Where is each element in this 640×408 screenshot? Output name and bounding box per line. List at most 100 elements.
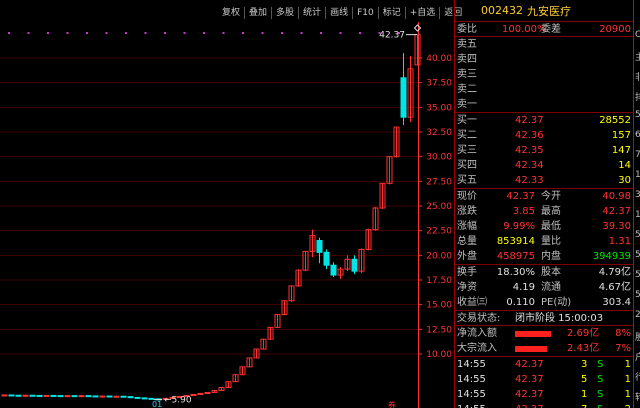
candle-body[interactable] bbox=[141, 397, 148, 400]
event-dot bbox=[47, 32, 49, 34]
weibi-value: 100.00% bbox=[502, 24, 547, 35]
candle-body[interactable] bbox=[400, 77, 407, 118]
event-dot bbox=[281, 32, 283, 34]
candle-body[interactable] bbox=[92, 395, 99, 398]
candle-body[interactable] bbox=[57, 395, 64, 398]
candle-body[interactable] bbox=[22, 394, 29, 397]
tick-side: S bbox=[597, 359, 604, 370]
side-strip-char: 6 bbox=[635, 130, 640, 140]
stat-value: 4.19 bbox=[512, 282, 535, 293]
toolbar-button[interactable]: 画线 bbox=[326, 7, 354, 19]
quote-label: 外盘 bbox=[457, 251, 477, 262]
event-dot bbox=[242, 32, 244, 34]
ask-row[interactable]: 卖二 bbox=[455, 82, 633, 97]
candle-body[interactable] bbox=[351, 258, 358, 272]
event-dot bbox=[27, 32, 30, 34]
low-price-label: ←5.90 bbox=[164, 396, 192, 406]
stock-header[interactable]: 002432 九安医疗 bbox=[455, 0, 633, 22]
quote-label: 涨跌 bbox=[457, 206, 477, 217]
stat-row: 净资 4.19 流通 4.67亿 bbox=[455, 280, 633, 295]
candle-body[interactable] bbox=[43, 394, 50, 397]
tick-time: 14:55 bbox=[457, 374, 486, 385]
bid-levels: 买一 42.37 28552 买二 42.36 157 买三 42.35 147 买四 42.34 1… bbox=[455, 113, 633, 189]
toolbar-button[interactable]: 叠加 bbox=[245, 7, 273, 19]
candle-body[interactable] bbox=[316, 240, 323, 253]
tick-side: S bbox=[597, 374, 604, 385]
candle-body[interactable] bbox=[36, 394, 43, 397]
weicha-value: 20900 bbox=[599, 24, 631, 35]
toolbar-button[interactable]: 复权 bbox=[218, 7, 246, 19]
toolbar-button[interactable]: 多股 bbox=[272, 7, 300, 19]
quote-label: 最低 bbox=[541, 221, 561, 232]
candle-body[interactable] bbox=[29, 394, 36, 397]
tick-volume: 5 bbox=[581, 374, 588, 385]
ask-row[interactable]: 卖一 bbox=[455, 97, 633, 112]
toolbar-button[interactable]: +自选 bbox=[406, 7, 441, 19]
candle-body[interactable] bbox=[85, 395, 92, 398]
tick-row[interactable]: 14:55 42.37 7 S 2 bbox=[455, 402, 633, 408]
candle-body[interactable] bbox=[15, 394, 22, 397]
price-tick-label: 40.00 bbox=[426, 54, 452, 64]
ask-row[interactable]: 卖四 bbox=[455, 52, 633, 67]
tick-row[interactable]: 14:55 42.37 3 S 1 bbox=[455, 357, 633, 372]
bid-row[interactable]: 买一 42.37 28552 bbox=[455, 113, 633, 128]
tick-row[interactable]: 14:55 42.37 1 S 1 bbox=[455, 387, 633, 402]
side-strip-char: 户 bbox=[635, 350, 640, 363]
tick-volume: 3 bbox=[581, 359, 588, 370]
candle-body[interactable] bbox=[64, 395, 71, 398]
bid-row[interactable]: 买二 42.36 157 bbox=[455, 128, 633, 143]
toolbar-button[interactable]: 标记 bbox=[379, 7, 406, 19]
flow-row: 大宗流入 2.43亿 7% bbox=[455, 341, 633, 356]
event-dot bbox=[320, 32, 322, 34]
kline-chart[interactable]: 40.00 37.50 35.00 32.50 30.00 27.50 25.00 22.50… bbox=[0, 22, 454, 408]
stat-value: 0.110 bbox=[506, 297, 535, 308]
candle-body[interactable] bbox=[197, 392, 204, 395]
ask-row[interactable]: 卖五 bbox=[455, 37, 633, 52]
candle-body[interactable] bbox=[120, 395, 127, 398]
candle-body[interactable] bbox=[113, 395, 120, 398]
price-tick-label: 22.50 bbox=[426, 227, 452, 237]
flow-pct: 7% bbox=[615, 343, 631, 354]
bid-row[interactable]: 买五 42.33 30 bbox=[455, 173, 633, 188]
side-strip-char: 5 bbox=[635, 250, 640, 260]
bid-row[interactable]: 买四 42.34 14 bbox=[455, 158, 633, 173]
candle-body[interactable] bbox=[8, 394, 15, 397]
quote-value: 42.37 bbox=[602, 206, 631, 217]
bid-label: 买四 bbox=[457, 160, 477, 171]
ask-row[interactable]: 卖三 bbox=[455, 67, 633, 82]
candle-body[interactable] bbox=[323, 251, 330, 266]
candle-body[interactable] bbox=[127, 396, 134, 399]
quote-row: 总量 853914 量比 1.31 bbox=[455, 234, 633, 249]
tick-row[interactable]: 14:55 42.37 5 S 1 bbox=[455, 372, 633, 387]
candle-body[interactable] bbox=[50, 394, 57, 397]
candle-body[interactable] bbox=[106, 395, 113, 398]
side-strip-char: 1 bbox=[635, 170, 640, 180]
candle-body[interactable] bbox=[71, 395, 78, 398]
tick-price: 42.37 bbox=[515, 389, 544, 400]
event-dot bbox=[300, 32, 303, 34]
bid-volume: 28552 bbox=[599, 115, 631, 126]
candle-body[interactable] bbox=[330, 264, 337, 276]
quote-value: 394939 bbox=[592, 251, 631, 262]
candle-body[interactable] bbox=[134, 396, 141, 399]
toolbar-button[interactable]: 统计 bbox=[299, 7, 327, 19]
event-dot bbox=[339, 32, 342, 34]
candle-body[interactable] bbox=[99, 395, 106, 398]
high-price-label: 42.37 bbox=[379, 31, 405, 41]
tick-count: 2 bbox=[625, 402, 631, 408]
candle-body[interactable] bbox=[190, 393, 197, 396]
candle-body[interactable] bbox=[78, 395, 85, 398]
bid-price: 42.33 bbox=[515, 175, 544, 186]
candle-body[interactable] bbox=[204, 391, 211, 394]
flow-value: 2.69亿 bbox=[567, 328, 600, 339]
flow-pct: 8% bbox=[615, 328, 631, 339]
stat-value: 4.67亿 bbox=[598, 282, 631, 293]
toolbar-button[interactable]: F10 bbox=[353, 7, 379, 19]
bid-price: 42.35 bbox=[515, 145, 544, 156]
tick-list[interactable]: 14:5542.373S114:5542.375S114:5542.371S11… bbox=[455, 357, 633, 408]
candle-body[interactable] bbox=[1, 394, 8, 397]
bid-price: 42.37 bbox=[515, 115, 544, 126]
stat-label: PE(动) bbox=[541, 297, 572, 308]
bid-row[interactable]: 买三 42.35 147 bbox=[455, 143, 633, 158]
trade-status: 交易状态: 闭市阶段 15:00:03 bbox=[455, 311, 633, 326]
